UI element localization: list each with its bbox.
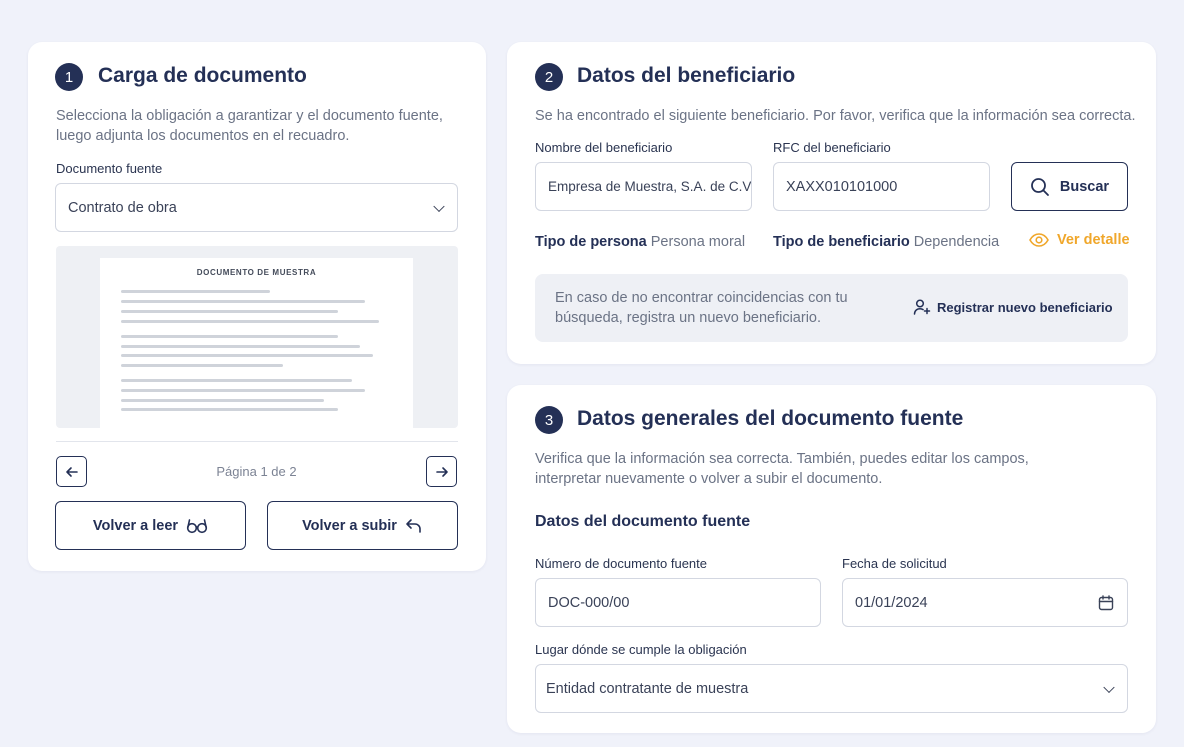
doc-number-field[interactable]: DOC-000/00	[535, 578, 821, 627]
document-upload-card: 1 Carga de documento Selecciona la oblig…	[28, 42, 486, 571]
place-label: Lugar dónde se cumple la obligación	[535, 642, 747, 657]
beneficiary-name-label: Nombre del beneficiario	[535, 140, 673, 155]
text-line	[121, 408, 338, 411]
arrow-left-icon	[65, 466, 78, 477]
rfc-value: XAXX010101000	[786, 178, 898, 195]
step-number: 3	[535, 406, 563, 434]
beneficiary-type-value: Dependencia	[913, 234, 1000, 250]
rfc-label: RFC del beneficiario	[773, 140, 891, 155]
card-description: Verifica que la información sea correcta…	[535, 451, 1029, 487]
document-preview: DOCUMENTO DE MUESTRA	[56, 246, 458, 428]
search-button[interactable]: Buscar	[1011, 162, 1128, 211]
preview-heading: DOCUMENTO DE MUESTRA	[196, 268, 317, 277]
card-description: Se ha encontrado el siguiente beneficiar…	[535, 108, 1136, 124]
beneficiary-type: Tipo de beneficiario Dependencia	[773, 234, 999, 250]
reread-label: Volver a leer	[92, 517, 179, 534]
card-title: Datos generales del documento fuente	[577, 407, 964, 430]
register-beneficiary-button[interactable]: Registrar nuevo beneficiario	[913, 298, 1113, 316]
person-type-label: Tipo de persona	[535, 234, 647, 250]
text-line	[121, 399, 324, 402]
beneficiary-name-value: Empresa de Muestra, S.A. de C.V.	[548, 179, 752, 194]
calendar-icon[interactable]	[1098, 595, 1114, 611]
person-type: Tipo de persona Persona moral	[535, 234, 745, 250]
doc-number-label: Número de documento fuente	[535, 556, 707, 571]
text-line	[121, 320, 379, 323]
prev-page-button[interactable]	[56, 456, 87, 487]
source-doc-value: Contrato de obra	[68, 199, 177, 216]
place-value: Entidad contratante de muestra	[546, 680, 749, 697]
text-line	[121, 310, 338, 313]
undo-arrow-icon	[406, 518, 421, 533]
add-user-icon	[913, 299, 931, 315]
text-line	[121, 364, 283, 367]
beneficiary-name-field[interactable]: Empresa de Muestra, S.A. de C.V.	[535, 162, 752, 211]
text-line	[121, 335, 338, 338]
rfc-field[interactable]: XAXX010101000	[773, 162, 990, 211]
register-beneficiary-label: Registrar nuevo beneficiario	[937, 299, 1113, 315]
request-date-value: 01/01/2024	[855, 594, 928, 611]
eye-icon	[1029, 233, 1049, 247]
doc-number-value: DOC-000/00	[548, 594, 630, 611]
beneficiary-card: 2 Datos del beneficiario Se ha encontrad…	[507, 42, 1156, 364]
notice-text: En caso de no encontrar coincidencias co…	[555, 290, 848, 326]
text-line	[121, 389, 365, 392]
search-label: Buscar	[1059, 178, 1110, 195]
divider	[56, 441, 458, 442]
search-icon	[1031, 177, 1049, 196]
step-number: 2	[535, 63, 563, 91]
text-line	[121, 379, 352, 382]
text-line	[121, 300, 365, 303]
source-doc-select[interactable]: Contrato de obra	[55, 183, 458, 232]
arrow-right-icon	[435, 466, 448, 477]
text-line	[121, 345, 360, 348]
reupload-button[interactable]: Volver a subir	[267, 501, 458, 550]
person-type-value: Persona moral	[650, 234, 746, 250]
view-detail-label: Ver detalle	[1057, 232, 1130, 248]
card-title: Datos del beneficiario	[577, 64, 796, 87]
request-date-field[interactable]: 01/01/2024	[842, 578, 1128, 627]
place-select[interactable]: Entidad contratante de muestra	[535, 664, 1128, 713]
beneficiary-type-label: Tipo de beneficiario	[773, 234, 910, 250]
chevron-down-icon	[433, 200, 445, 212]
document-page: DOCUMENTO DE MUESTRA	[100, 258, 413, 428]
next-page-button[interactable]	[426, 456, 457, 487]
glasses-icon	[186, 518, 208, 533]
step-number: 1	[55, 63, 83, 91]
text-line	[121, 354, 373, 357]
source-document-data-card: 3 Datos generales del documento fuente V…	[507, 385, 1156, 733]
source-doc-label: Documento fuente	[56, 161, 163, 176]
reread-button[interactable]: Volver a leer	[55, 501, 246, 550]
view-detail-link[interactable]: Ver detalle	[1029, 232, 1130, 248]
reupload-label: Volver a subir	[302, 517, 397, 534]
no-match-notice: En caso de no encontrar coincidencias co…	[535, 274, 1128, 342]
chevron-down-icon	[1103, 681, 1115, 693]
section-subtitle: Datos del documento fuente	[535, 513, 751, 530]
card-title: Carga de documento	[98, 64, 307, 87]
request-date-label: Fecha de solicitud	[842, 556, 947, 571]
page-indicator: Página 1 de 2	[216, 464, 297, 479]
text-line	[121, 290, 270, 293]
card-description: Selecciona la obligación a garantizar y …	[56, 108, 443, 144]
